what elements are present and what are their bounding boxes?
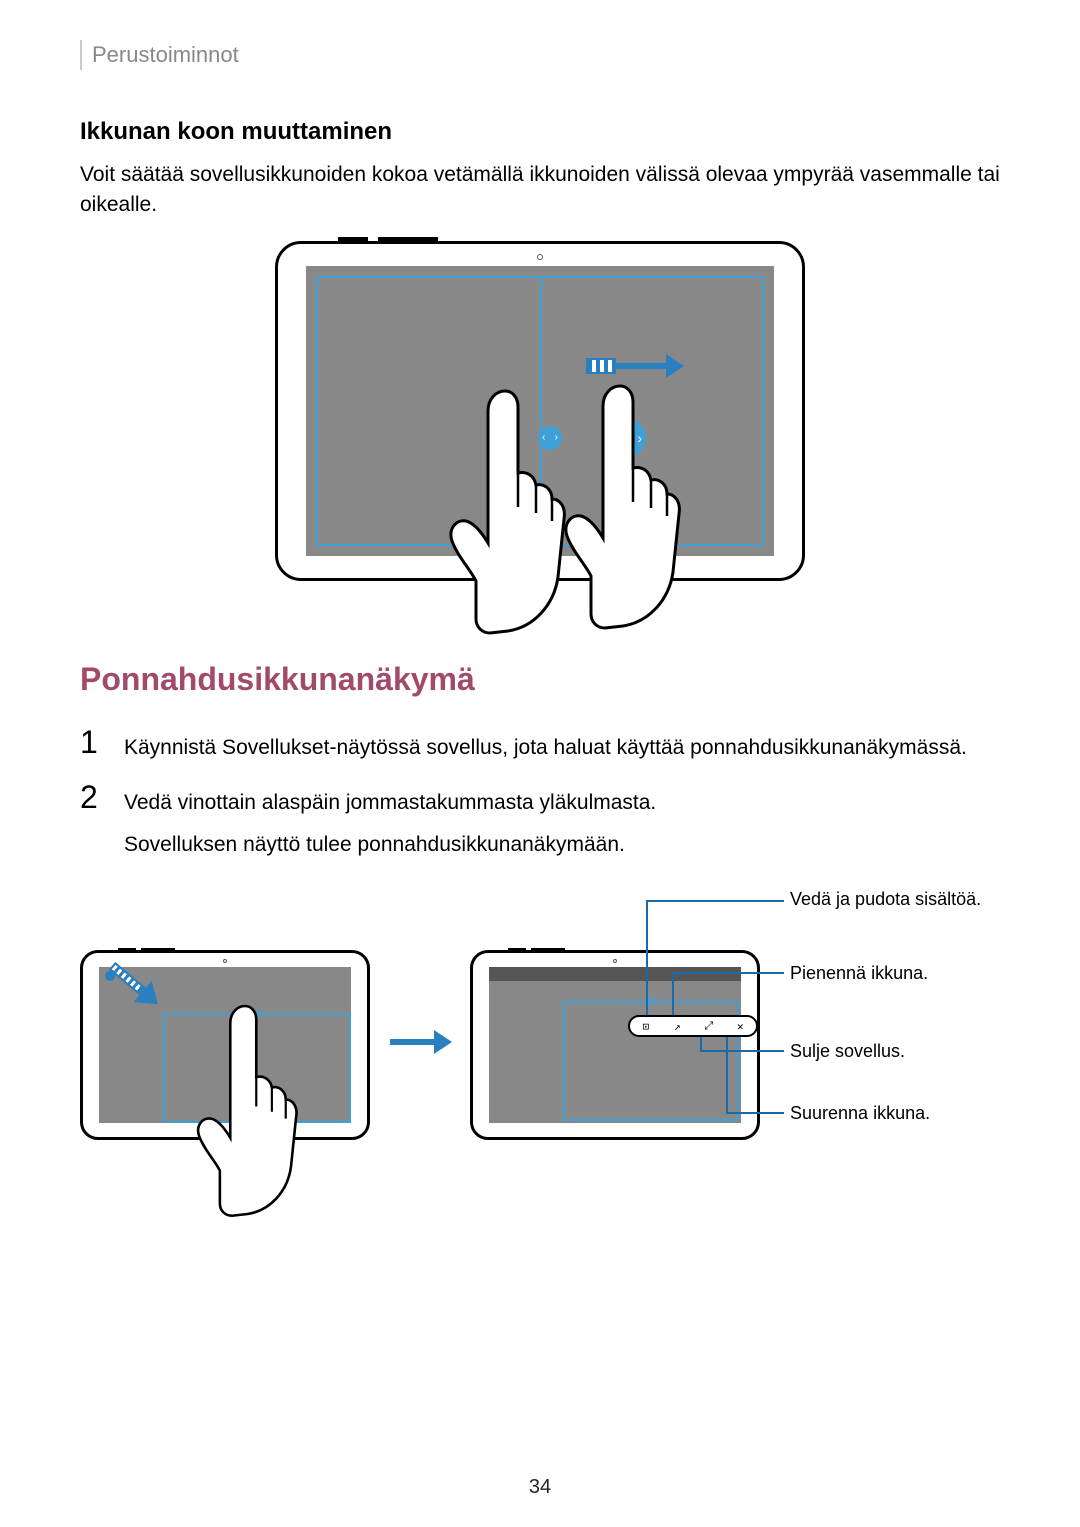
step-2: 2 Vedä vinottain alaspäin jommastakummas… (80, 781, 1000, 860)
hand-illustration-right (545, 376, 695, 636)
drag-content-icon: ⊡ (640, 1020, 652, 1032)
figure-popup-view: ⊡ ↗ ⤢ ✕ Vedä ja pudota sisältöä. Pienenn… (80, 890, 980, 1260)
transition-arrow-icon (390, 1030, 452, 1054)
hand-illustration-drag (180, 995, 310, 1225)
maximize-icon: ⤢ (703, 1020, 715, 1032)
figure-resize-window: ‹› ‹› (275, 241, 805, 601)
step-1: 1 Käynnistä Sovellukset-näytössä sovellu… (80, 726, 1000, 764)
popup-toolbar: ⊡ ↗ ⤢ ✕ (628, 1015, 758, 1037)
callout-close: Sulje sovellus. (790, 1040, 905, 1063)
paragraph-resize: Voit säätää sovellusikkunoiden kokoa vet… (80, 160, 1000, 221)
close-icon: ✕ (734, 1020, 746, 1032)
step-text: Vedä vinottain alaspäin jommastakummasta… (124, 781, 656, 860)
step-number: 2 (80, 781, 108, 813)
minimize-icon: ↗ (671, 1020, 683, 1032)
callout-maximize: Suurenna ikkuna. (790, 1102, 930, 1125)
callout-drag-drop: Vedä ja pudota sisältöä. (790, 888, 981, 911)
drag-right-arrow-icon (586, 354, 684, 378)
section-header: Perustoiminnot (80, 40, 1000, 70)
step-number: 1 (80, 726, 108, 758)
subheading-resize: Ikkunan koon muuttaminen (80, 118, 1000, 146)
tablet-after-illustration: ⊡ ↗ ⤢ ✕ (470, 950, 760, 1140)
step-text: Käynnistä Sovellukset-näytössä sovellus,… (124, 726, 967, 764)
page-number: 34 (529, 1476, 551, 1499)
callout-minimize: Pienennä ikkuna. (790, 962, 928, 985)
heading-popup-view: Ponnahdusikkunanäkymä (80, 661, 1000, 698)
